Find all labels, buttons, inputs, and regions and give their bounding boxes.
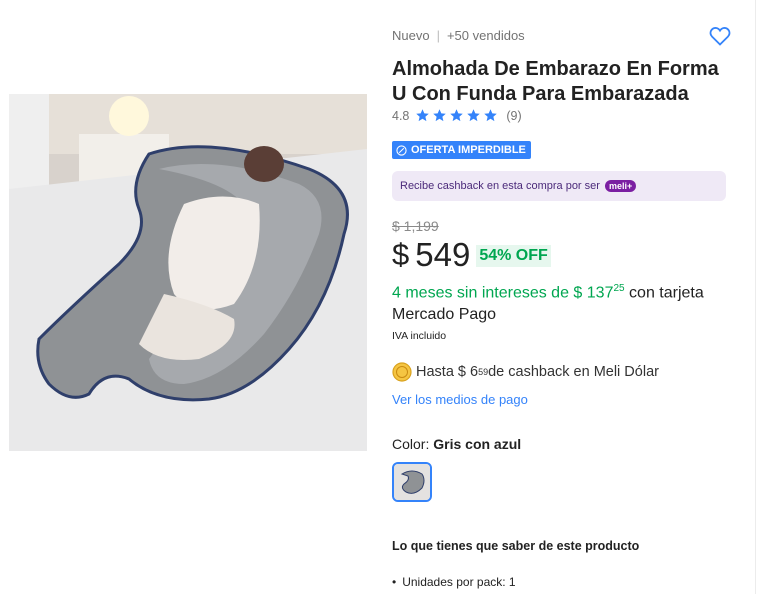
star-icon (484, 109, 498, 122)
discount-label: 54% OFF (476, 245, 551, 267)
product-info-title: Lo que tienes que saber de este producto (392, 539, 640, 553)
percent-icon (396, 144, 407, 156)
color-value: Gris con azul (433, 436, 522, 452)
rating-stars (415, 108, 498, 123)
product-info-bullet: • Unidades por pack: 1 (392, 575, 516, 589)
coin-icon (392, 362, 412, 382)
star-icon (467, 109, 481, 122)
price-currency: $ (392, 237, 410, 272)
star-icon (433, 109, 447, 122)
payment-methods-link[interactable]: Ver los medios de pago (392, 392, 528, 407)
color-swatch[interactable] (392, 462, 432, 502)
product-image[interactable] (9, 94, 367, 451)
meli-dolar-tail: de cashback en Meli Dólar (488, 364, 659, 380)
sold-count: +50 vendidos (446, 28, 525, 43)
swatch-thumbnail (394, 464, 430, 500)
meli-dolar-cents: 59 (478, 367, 489, 377)
star-icon (450, 109, 464, 122)
bullet-text: Unidades por pack: 1 (402, 575, 516, 589)
installments-cents: 25 (613, 283, 625, 294)
rating-value: 4.8 (392, 108, 410, 123)
color-label: Color: (392, 436, 430, 452)
condition-label: Nuevo (392, 28, 430, 43)
page-divider (755, 0, 756, 594)
iva-note: IVA incluido (392, 330, 447, 342)
cashback-banner: Recibe cashback en esta compra por ser m… (392, 171, 726, 201)
cashback-text: Recibe cashback en esta compra por ser (400, 180, 600, 192)
offer-badge: OFERTA IMPERDIBLE (392, 141, 531, 159)
meta-divider: | (436, 28, 440, 43)
review-count: (9) (506, 108, 522, 123)
color-row: Color: Gris con azul (392, 436, 521, 452)
price-amount: 549 (415, 236, 471, 273)
meta-line: Nuevo | +50 vendidos (392, 28, 525, 43)
price-row: $ 549 54% OFF (392, 236, 551, 274)
installments-info: 4 meses sin intereses de $ 13725 con tar… (392, 278, 737, 326)
installments-lead: 4 meses sin intereses de $ 137 (392, 284, 614, 302)
product-title: Almohada De Embarazo En Forma U Con Fund… (392, 58, 719, 105)
meli-dolar-lead: Hasta $ 6 (416, 364, 479, 380)
rating-row[interactable]: 4.8 (9) (392, 108, 522, 123)
meli-plus-logo: meli+ (604, 180, 637, 192)
star-icon (416, 109, 430, 122)
meli-dolar-row: Hasta $ 6 59 de cashback en Meli Dólar (392, 362, 659, 382)
bullet-dot: • (392, 575, 397, 589)
heart-icon[interactable] (708, 24, 732, 48)
old-price: $ 1,199 (392, 218, 439, 234)
offer-badge-label: OFERTA IMPERDIBLE (411, 144, 526, 156)
